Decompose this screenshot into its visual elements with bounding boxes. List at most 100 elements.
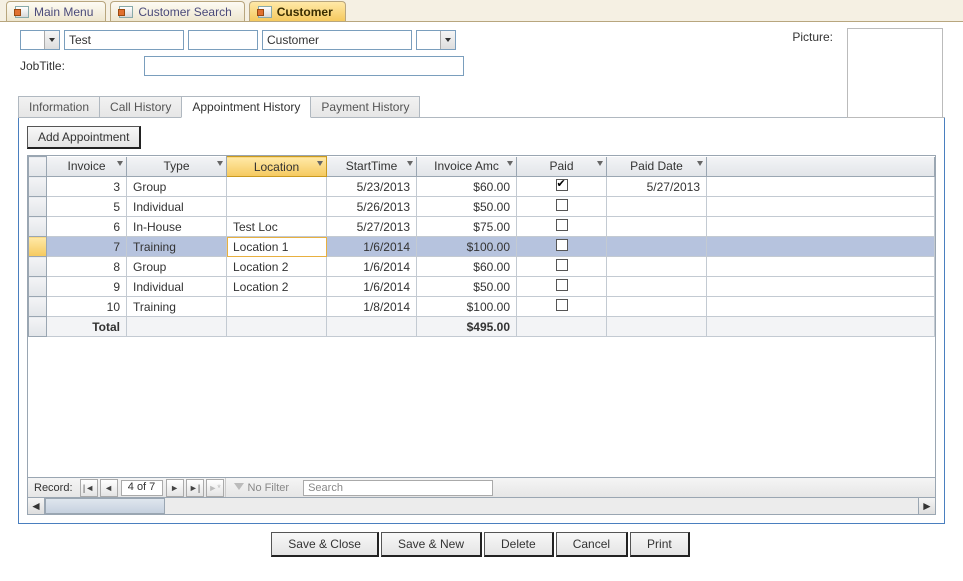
record-position[interactable]: 4 of 7	[121, 480, 163, 496]
cell-location[interactable]: Location 1	[227, 237, 327, 257]
cell-invoice[interactable]: 5	[47, 197, 127, 217]
cell-amount[interactable]: $50.00	[417, 277, 517, 297]
table-row[interactable]: 3Group5/23/2013$60.005/27/2013	[29, 177, 935, 197]
checkbox-icon[interactable]	[556, 239, 568, 251]
row-selector[interactable]	[29, 297, 47, 317]
cell-start[interactable]: 1/6/2014	[327, 257, 417, 277]
checkbox-icon[interactable]	[556, 219, 568, 231]
cell-invoice[interactable]: 7	[47, 237, 127, 257]
cell-location[interactable]	[227, 177, 327, 197]
column-header-location[interactable]: Location	[227, 157, 327, 177]
cell-paid[interactable]	[517, 297, 607, 317]
cell-invoice[interactable]: 9	[47, 277, 127, 297]
cell-type[interactable]: Group	[127, 177, 227, 197]
cell-paid[interactable]	[517, 257, 607, 277]
column-header-paid-date[interactable]: Paid Date	[607, 157, 707, 177]
cell-type[interactable]: Training	[127, 237, 227, 257]
tab-payment-history[interactable]: Payment History	[310, 96, 420, 117]
delete-button[interactable]: Delete	[484, 532, 554, 557]
cell-location[interactable]: Location 2	[227, 257, 327, 277]
cell-location[interactable]: Location 2	[227, 277, 327, 297]
cell-amount[interactable]: $60.00	[417, 177, 517, 197]
column-header-invoice-amc[interactable]: Invoice Amc	[417, 157, 517, 177]
cell-type[interactable]: Group	[127, 257, 227, 277]
column-header-starttime[interactable]: StartTime	[327, 157, 417, 177]
checkbox-icon[interactable]	[556, 299, 568, 311]
cell-paid[interactable]	[517, 237, 607, 257]
table-row[interactable]: 5Individual 5/26/2013$50.00	[29, 197, 935, 217]
cell-invoice[interactable]: 10	[47, 297, 127, 317]
first-name-field[interactable]: Test	[64, 30, 184, 50]
scroll-track[interactable]	[45, 498, 918, 514]
row-selector[interactable]	[29, 237, 47, 257]
cell-type[interactable]: In-House	[127, 217, 227, 237]
cell-paid-date[interactable]: 5/27/2013	[607, 177, 707, 197]
picture-box[interactable]	[847, 28, 943, 118]
cancel-button[interactable]: Cancel	[556, 532, 628, 557]
cell-start[interactable]: 1/6/2014	[327, 237, 417, 257]
checkbox-icon[interactable]	[556, 279, 568, 291]
cell-invoice[interactable]: 6	[47, 217, 127, 237]
checkbox-icon[interactable]	[556, 179, 568, 191]
table-row[interactable]: 10Training1/8/2014$100.00	[29, 297, 935, 317]
table-row[interactable]: 8GroupLocation 21/6/2014$60.00	[29, 257, 935, 277]
cell-start[interactable]: 5/23/2013	[327, 177, 417, 197]
checkbox-icon[interactable]	[556, 259, 568, 271]
cell-amount[interactable]: $50.00	[417, 197, 517, 217]
search-input[interactable]: Search	[303, 480, 493, 496]
jobtitle-field[interactable]	[144, 56, 464, 76]
tab-appointment-history[interactable]: Appointment History	[181, 96, 311, 118]
select-all-corner[interactable]	[29, 157, 47, 177]
tab-call-history[interactable]: Call History	[99, 96, 182, 117]
save-new-button[interactable]: Save & New	[381, 532, 482, 557]
cell-amount[interactable]: $100.00	[417, 237, 517, 257]
cell-location[interactable]	[227, 197, 327, 217]
window-tab-customer-search[interactable]: Customer Search	[110, 1, 244, 21]
scroll-right-button[interactable]: ►	[918, 498, 935, 514]
table-row[interactable]: 6In-HouseTest Loc5/27/2013$75.00	[29, 217, 935, 237]
window-tab-customer[interactable]: Customer	[249, 1, 346, 21]
suffix-combo[interactable]	[416, 30, 456, 50]
cell-type[interactable]: Individual	[127, 197, 227, 217]
scroll-thumb[interactable]	[45, 498, 165, 514]
table-row[interactable]: 7TrainingLocation 11/6/2014$100.00	[29, 237, 935, 257]
cell-start[interactable]: 5/27/2013	[327, 217, 417, 237]
print-button[interactable]: Print	[630, 532, 690, 557]
nav-last-button[interactable]: ►|	[186, 479, 204, 497]
cell-type[interactable]: Individual	[127, 277, 227, 297]
nav-next-button[interactable]: ►	[166, 479, 184, 497]
checkbox-icon[interactable]	[556, 199, 568, 211]
cell-start[interactable]: 5/26/2013	[327, 197, 417, 217]
cell-invoice[interactable]: 8	[47, 257, 127, 277]
column-header-paid[interactable]: Paid	[517, 157, 607, 177]
cell-paid[interactable]	[517, 197, 607, 217]
row-selector[interactable]	[29, 177, 47, 197]
window-tab-main-menu[interactable]: Main Menu	[6, 1, 106, 21]
cell-location[interactable]	[227, 297, 327, 317]
add-appointment-button[interactable]: Add Appointment	[27, 126, 141, 149]
cell-paid[interactable]	[517, 217, 607, 237]
last-name-field[interactable]: Customer	[262, 30, 412, 50]
save-close-button[interactable]: Save & Close	[271, 532, 379, 557]
cell-location[interactable]: Test Loc	[227, 217, 327, 237]
cell-amount[interactable]: $60.00	[417, 257, 517, 277]
cell-amount[interactable]: $75.00	[417, 217, 517, 237]
column-header-invoice[interactable]: Invoice	[47, 157, 127, 177]
cell-paid[interactable]	[517, 177, 607, 197]
title-prefix-combo[interactable]	[20, 30, 60, 50]
cell-paid-date[interactable]	[607, 277, 707, 297]
row-selector[interactable]	[29, 217, 47, 237]
row-selector[interactable]	[29, 257, 47, 277]
column-header-type[interactable]: Type	[127, 157, 227, 177]
filter-indicator[interactable]: No Filter	[225, 478, 298, 497]
nav-prev-button[interactable]: ◄	[100, 479, 118, 497]
row-selector[interactable]	[29, 197, 47, 217]
nav-first-button[interactable]: |◄	[80, 479, 98, 497]
table-row[interactable]: 9IndividualLocation 21/6/2014$50.00	[29, 277, 935, 297]
cell-paid[interactable]	[517, 277, 607, 297]
cell-paid-date[interactable]	[607, 257, 707, 277]
cell-paid-date[interactable]	[607, 217, 707, 237]
nav-new-button[interactable]: ►*	[206, 479, 224, 497]
middle-name-field[interactable]	[188, 30, 258, 50]
cell-amount[interactable]: $100.00	[417, 297, 517, 317]
